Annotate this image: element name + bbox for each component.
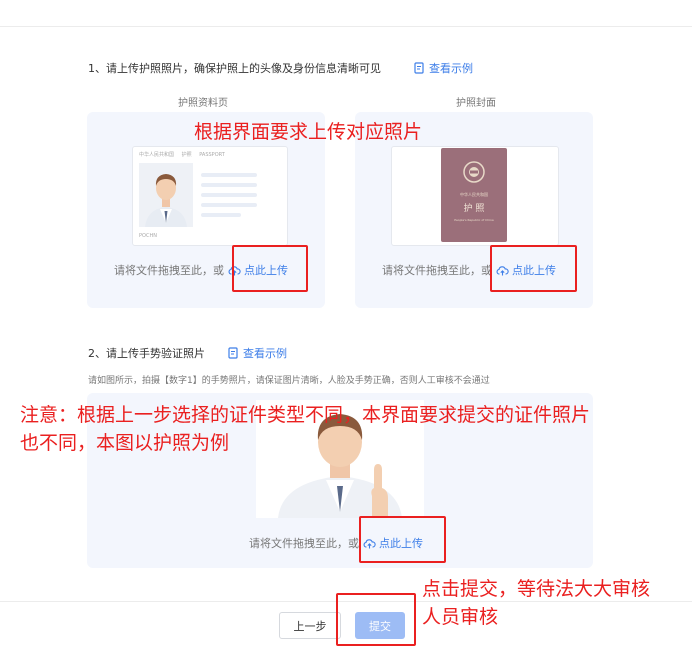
drop-hint-text: 请将文件拖拽至此，或 [114,264,224,277]
previous-step-button[interactable]: 上一步 [279,612,341,639]
passport-info-page-caption: 护照资料页 [178,98,228,109]
national-emblem-icon [463,161,485,183]
mini-header-type: 护照 [181,152,192,158]
mini-header-cn: 中华人民共和国 [139,152,175,158]
passport-cover-sample-image: 中华人民共和国 护 照 People's Republic of China [441,148,507,242]
mini-mrz: POCHN [139,233,157,239]
submit-hint-annotation-line2: 人员审核 [422,606,499,628]
notice-annotation-line2: 也不同，本图以护照为例 [20,432,230,454]
step1-title: 1、请上传护照照片，确保护照上的头像及身份信息清晰可见 [88,62,381,75]
annotation-highlight-box [359,516,446,563]
passport-info-sample-image: 中华人民共和国 护照 PASSPORT POCHN [132,146,288,246]
annotation-highlight-box [336,593,416,646]
mini-header-en: PASSPORT [199,152,225,158]
document-icon [228,347,238,359]
submit-hint-annotation-line1: 点击提交，等待法大大审核 [422,578,651,600]
drop-hint-text: 请将文件拖拽至此，或 [382,264,492,277]
drop-hint-text: 请将文件拖拽至此，或 [249,537,359,550]
person-portrait-icon [139,163,193,227]
document-icon [414,62,424,74]
step2-title: 2、请上传手势验证照片 [88,347,205,360]
step2-instruction-note: 请如图所示，拍摄【数字1】的手势照片，请保证图片清晰，人脸及手势正确，否则人工审… [88,376,490,386]
step1-example-link[interactable]: 查看示例 [413,60,473,76]
cover-mini-en: People's Republic of China [454,218,494,222]
upload-hint-annotation: 根据界面要求上传对应照片 [194,121,423,143]
step2-example-label: 查看示例 [243,347,287,360]
annotation-highlight-box [490,245,577,292]
passport-cover-caption: 护照封面 [456,98,496,109]
step2-example-link[interactable]: 查看示例 [227,345,287,361]
cover-mini-title: 护 照 [463,204,485,214]
step1-example-label: 查看示例 [429,62,473,75]
top-divider [0,26,692,27]
annotation-highlight-box [232,245,308,292]
cover-mini-cn: 中华人民共和国 [460,192,488,197]
notice-annotation-line1: 注意：根据上一步选择的证件类型不同，本界面要求提交的证件照片 [20,404,591,426]
